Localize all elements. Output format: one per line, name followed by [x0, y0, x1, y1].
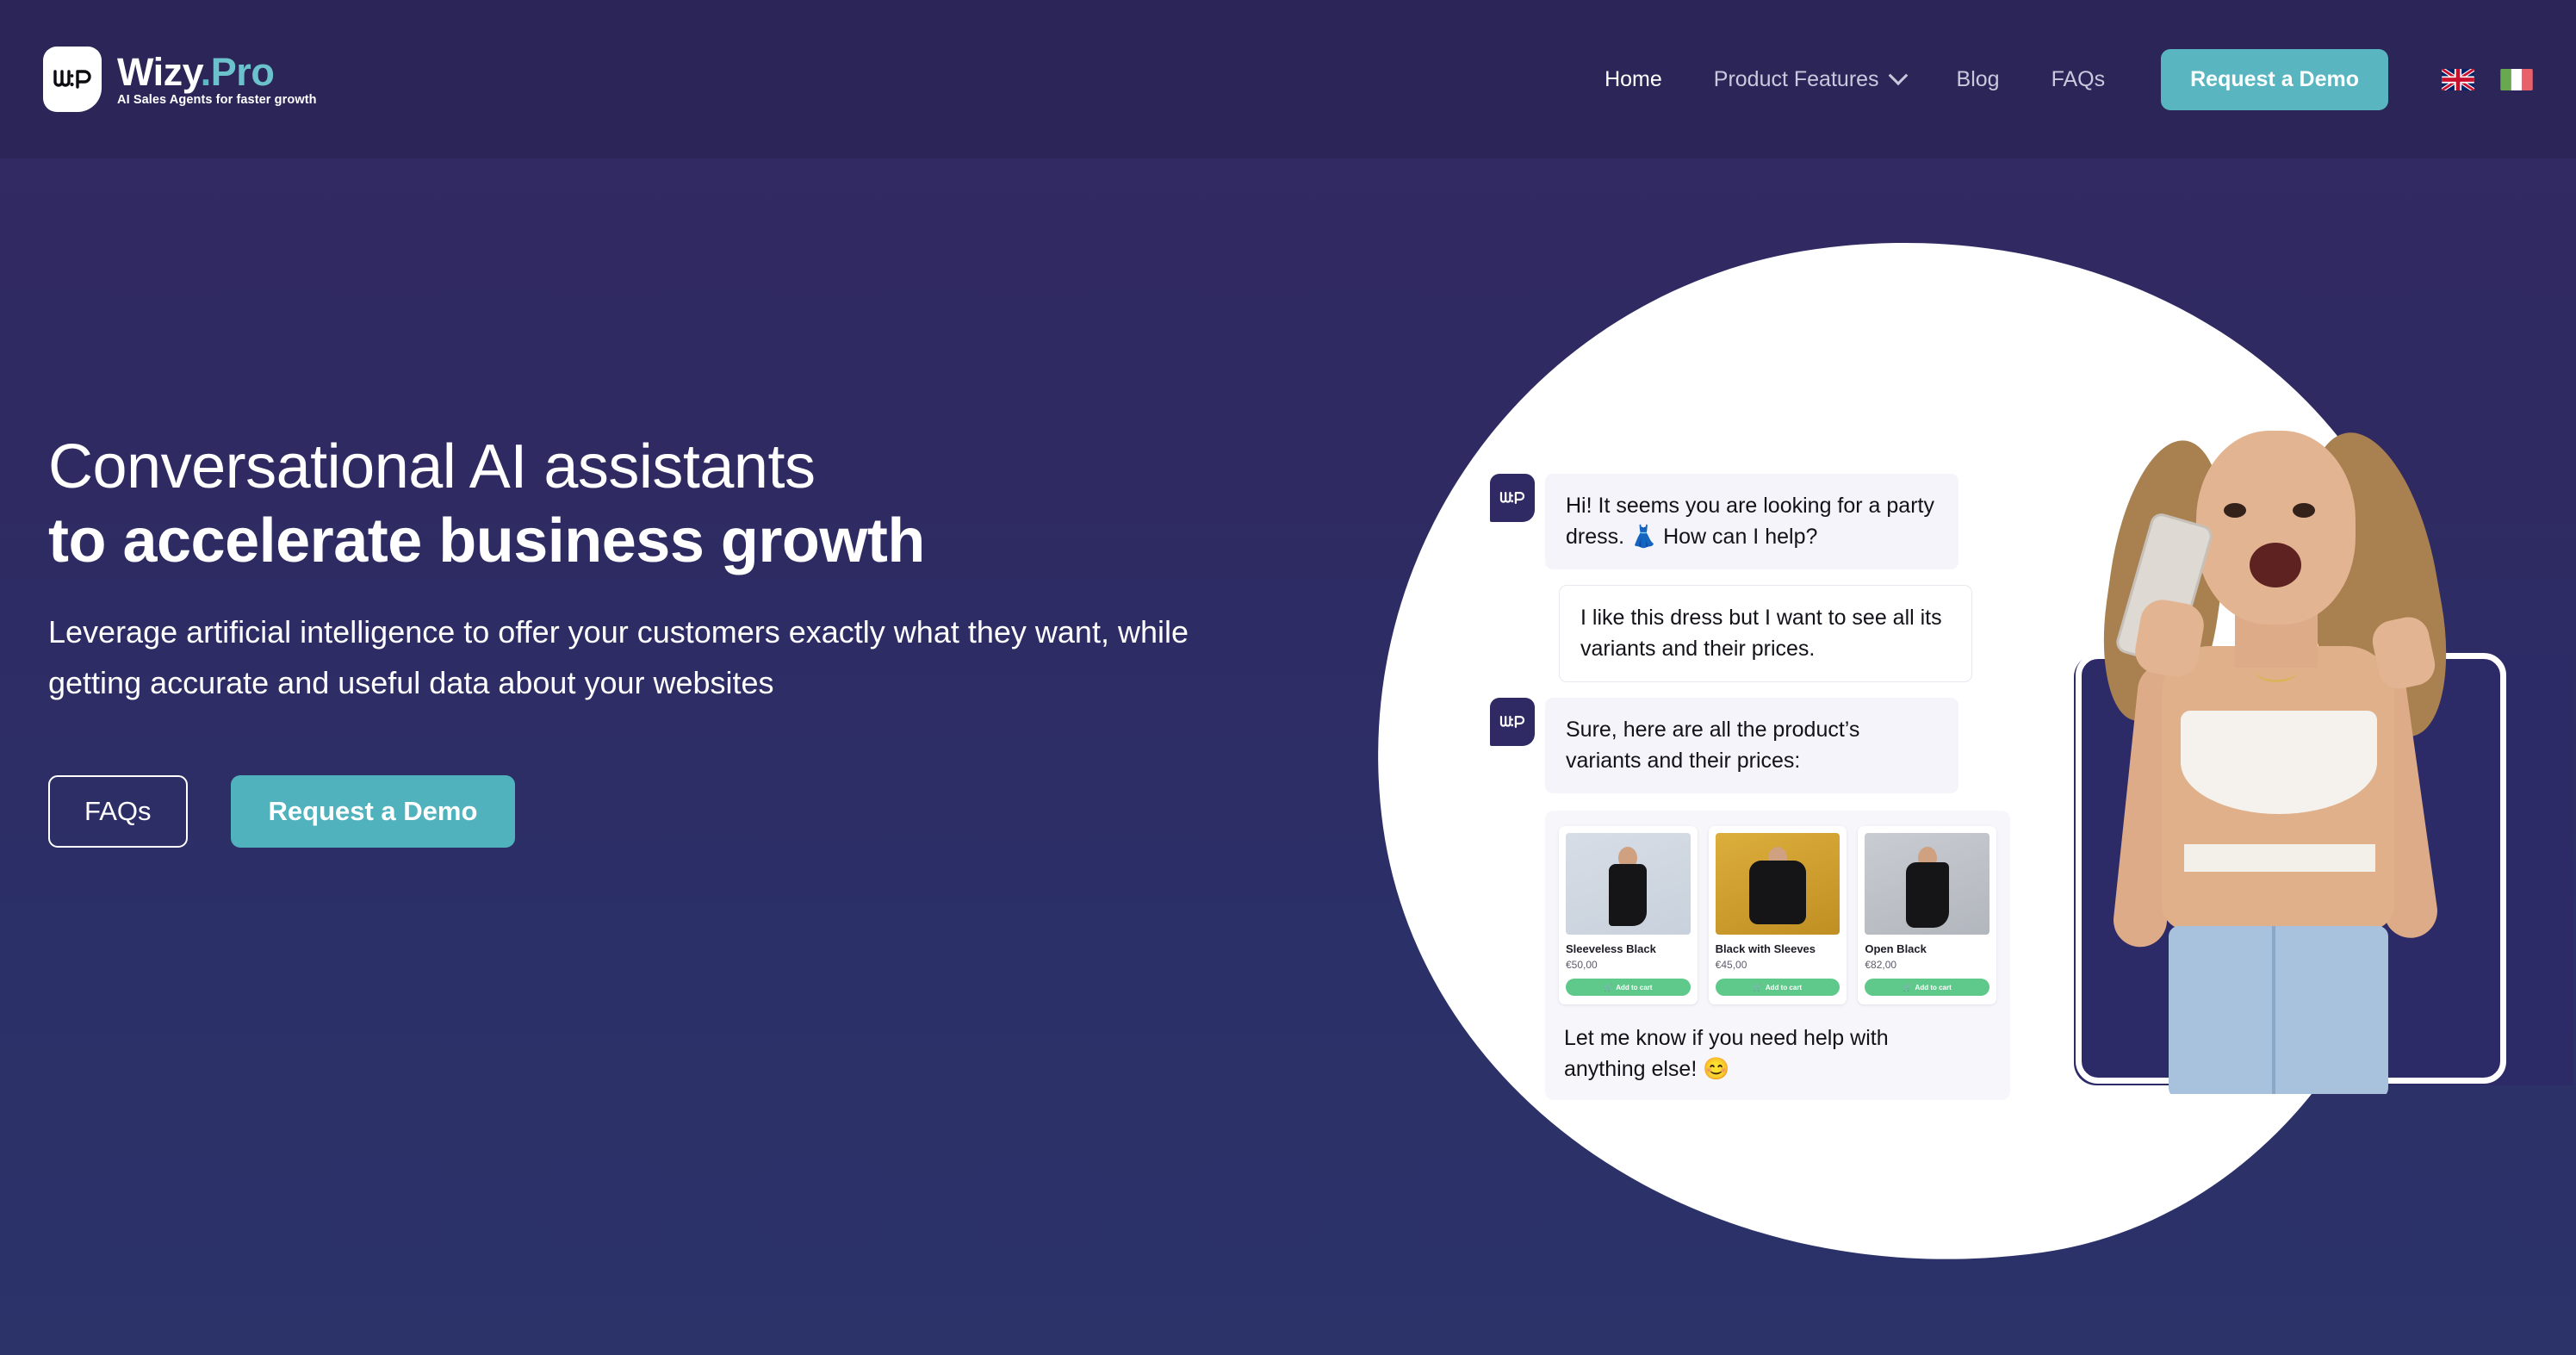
- logo-name-first: Wizy: [117, 49, 201, 94]
- logo-tagline: AI Sales Agents for faster growth: [117, 92, 317, 107]
- hero-model-photo: [2058, 413, 2489, 1094]
- site-header: Wizy.Pro AI Sales Agents for faster grow…: [0, 0, 2576, 158]
- italy-flag-icon[interactable]: [2500, 68, 2533, 90]
- united-kingdom-flag-icon[interactable]: [2442, 68, 2474, 90]
- nav-item-product-features-label: Product Features: [1713, 66, 1879, 91]
- logo-name-dot: .: [200, 49, 212, 94]
- product-price: €45,00: [1715, 959, 1747, 971]
- product-price: €50,00: [1566, 959, 1598, 971]
- product-price: €82,00: [1865, 959, 1897, 971]
- nav-item-home[interactable]: Home: [1579, 67, 1688, 92]
- headline-line-light: Conversational AI assistants: [48, 432, 816, 501]
- chat-bubble-text: Hi! It seems you are looking for a party…: [1545, 474, 1958, 569]
- hero-section: Conversational AI assistants to accelera…: [48, 431, 1297, 848]
- nav-item-faqs[interactable]: FAQs: [2026, 67, 2132, 92]
- chat-conversation: Hi! It seems you are looking for a party…: [1490, 474, 2010, 1116]
- language-switcher: [2442, 68, 2533, 90]
- hero-faqs-button[interactable]: FAQs: [48, 774, 188, 848]
- bot-avatar-icon: [1490, 698, 1535, 746]
- add-to-cart-label: Add to cart: [1616, 983, 1653, 991]
- add-to-cart-button[interactable]: 🛒 Add to cart: [1566, 979, 1691, 996]
- hero-request-demo-button[interactable]: Request a Demo: [230, 774, 516, 848]
- product-image: [1566, 833, 1691, 935]
- logo-name-second: Pro: [210, 49, 275, 94]
- add-to-cart-label: Add to cart: [1765, 983, 1803, 991]
- logo[interactable]: Wizy.Pro AI Sales Agents for faster grow…: [43, 47, 317, 112]
- nav-item-product-features[interactable]: Product Features: [1688, 65, 1931, 92]
- chat-bubble-text: Sure, here are all the product’s variant…: [1545, 698, 1958, 793]
- add-to-cart-button[interactable]: 🛒 Add to cart: [1715, 979, 1840, 996]
- chat-message-bot: Sure, here are all the product’s variant…: [1490, 698, 2010, 1100]
- cart-icon: 🛒: [1753, 983, 1762, 991]
- product-carousel: Sleeveless Black €50,00 🛒 Add to cart Bl…: [1545, 811, 2010, 1100]
- bot-avatar-icon: [1490, 474, 1535, 522]
- product-image: [1865, 833, 1990, 935]
- nav-item-home-label: Home: [1605, 66, 1662, 91]
- product-card[interactable]: Black with Sleeves €45,00 🛒 Add to cart: [1708, 826, 1847, 1004]
- hero-subtitle: Leverage artificial intelligence to offe…: [48, 614, 1189, 700]
- chat-bubble-text: Let me know if you need help with anythi…: [1564, 1026, 1889, 1081]
- nav-item-faqs-label: FAQs: [2051, 66, 2106, 91]
- add-to-cart-button[interactable]: 🛒 Add to cart: [1865, 979, 1990, 996]
- wizy-logo-mark-icon: [43, 47, 102, 112]
- nav-item-blog[interactable]: Blog: [1931, 67, 2026, 92]
- headline-line-bold: to accelerate business growth: [48, 506, 925, 575]
- chevron-down-icon: [1888, 65, 1908, 86]
- product-name: Open Black: [1865, 942, 1927, 955]
- logo-wordmark: Wizy.Pro: [117, 53, 317, 91]
- page-title: Conversational AI assistants to accelera…: [48, 431, 1297, 578]
- cart-icon: 🛒: [1604, 983, 1613, 991]
- product-name: Sleeveless Black: [1566, 942, 1656, 955]
- add-to-cart-label: Add to cart: [1915, 983, 1952, 991]
- product-name: Black with Sleeves: [1715, 942, 1816, 955]
- chat-message-user: I like this dress but I want to see all …: [1490, 585, 1972, 682]
- product-card[interactable]: Sleeveless Black €50,00 🛒 Add to cart: [1559, 826, 1698, 1004]
- header-request-demo-button[interactable]: Request a Demo: [2161, 48, 2388, 110]
- main-navigation: Home Product Features Blog FAQs Request …: [1579, 48, 2576, 110]
- nav-item-blog-label: Blog: [1956, 66, 2000, 91]
- cart-icon: 🛒: [1903, 983, 1912, 991]
- chat-message-bot: Hi! It seems you are looking for a party…: [1490, 474, 1972, 569]
- chat-bubble-text: I like this dress but I want to see all …: [1559, 585, 1972, 682]
- product-card[interactable]: Open Black €82,00 🛒 Add to cart: [1858, 826, 1997, 1004]
- hero-cta-row: FAQs Request a Demo: [48, 774, 1297, 848]
- product-image: [1715, 833, 1840, 935]
